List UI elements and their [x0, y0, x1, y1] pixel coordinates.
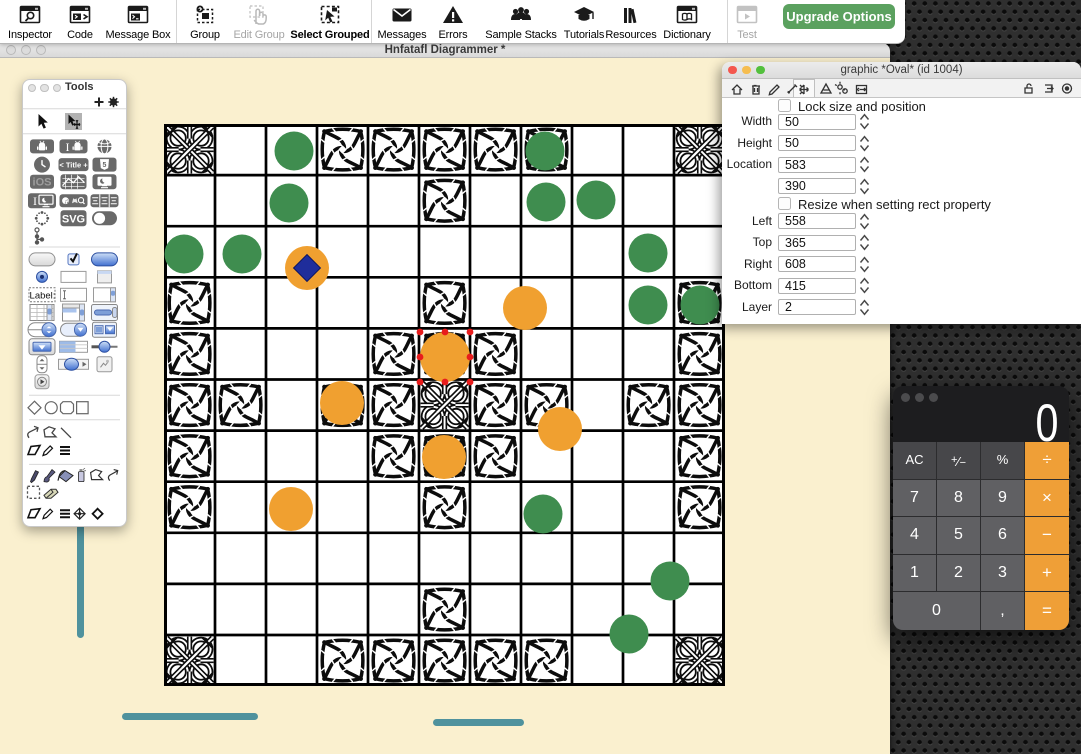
svg-text:iOS: iOS [33, 177, 52, 189]
svg-text:5: 5 [103, 162, 107, 169]
svg-text:< Title +: < Title + [59, 161, 88, 170]
svg-text:SVG: SVG [62, 213, 85, 225]
svg-text:♫: ♫ [64, 198, 69, 205]
svg-text:I: I [66, 140, 70, 154]
svg-text:I: I [33, 194, 37, 208]
svg-text:Label:: Label: [30, 290, 56, 301]
